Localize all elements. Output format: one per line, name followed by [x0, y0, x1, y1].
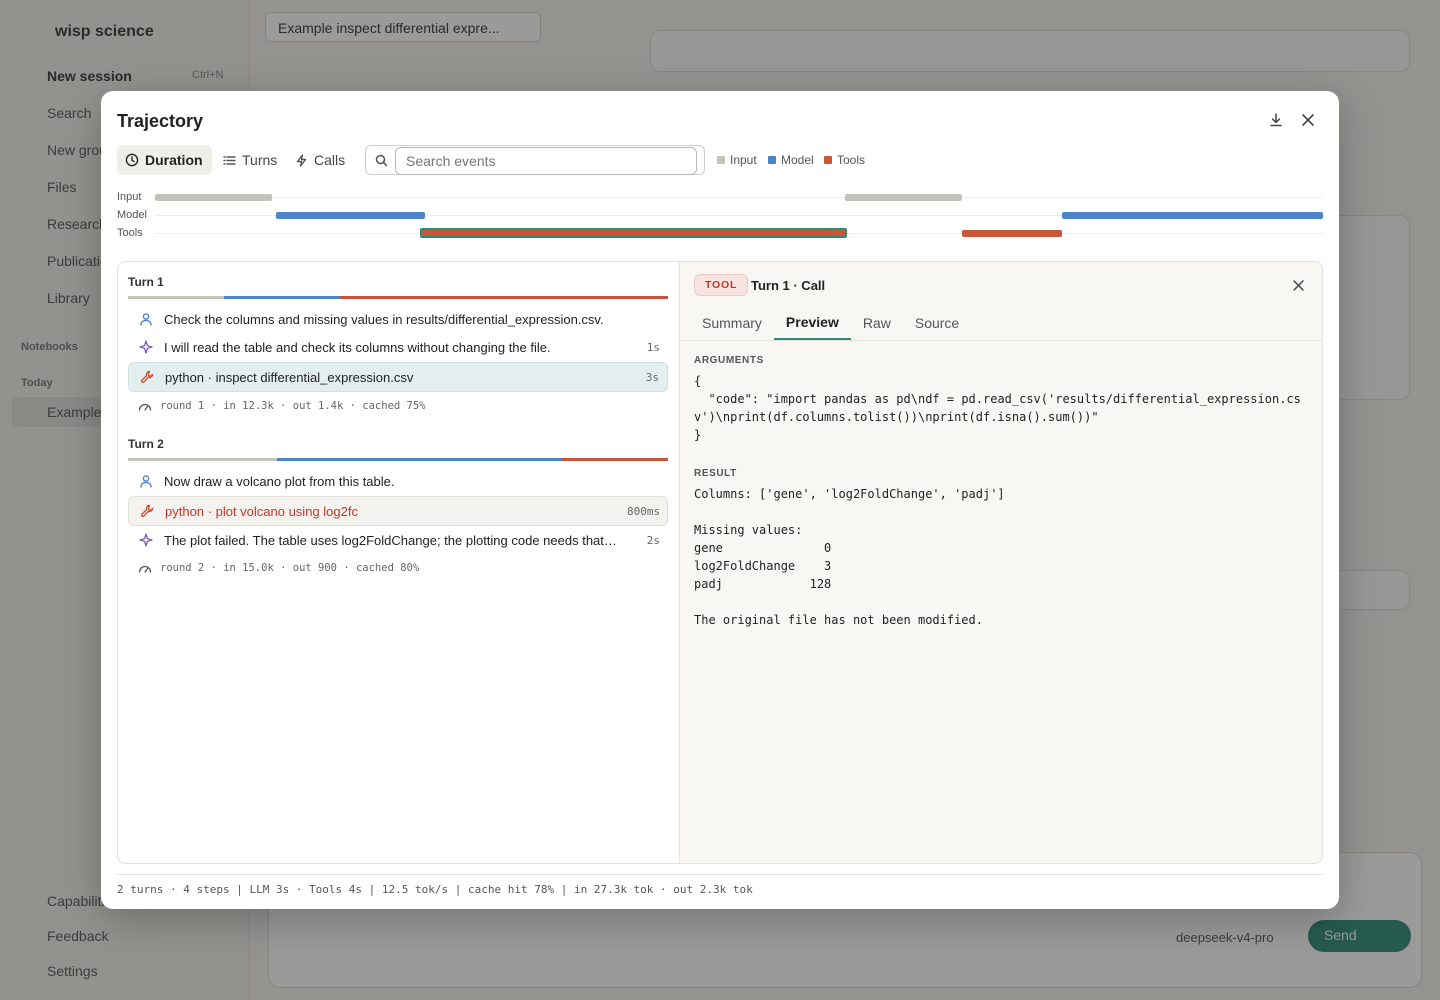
- turn-1-tool-call[interactable]: python · inspect differential_expression…: [128, 362, 668, 392]
- legend-swatch-input: [717, 156, 725, 164]
- tab-raw[interactable]: Raw: [851, 306, 903, 340]
- modal-title: Trajectory: [117, 111, 204, 131]
- turn-2-bar: [128, 458, 668, 461]
- turn-1-heading: Turn 1: [128, 275, 164, 289]
- turn-2-meta-text: round 2 · in 15.0k · out 900 · cached 80…: [160, 562, 420, 574]
- legend-model: Model: [768, 153, 814, 167]
- sparkle-icon: [139, 340, 153, 354]
- detail-pane: TOOL Turn 1 · Call Summary Preview Raw S…: [679, 262, 1322, 863]
- turn-1-user-message[interactable]: Check the columns and missing values in …: [128, 304, 668, 334]
- list-icon: [223, 155, 236, 165]
- legend-tools: Tools: [824, 153, 865, 167]
- bolt-icon: [296, 153, 307, 167]
- user-icon: [140, 475, 152, 488]
- track-label-model: Model: [117, 209, 147, 221]
- timeline-bar-model-2[interactable]: [1062, 212, 1323, 219]
- stats-footer: 2 turns · 4 steps | LLM 3s · Tools 4s | …: [117, 883, 753, 896]
- result-output: Columns: ['gene', 'log2FoldChange', 'pad…: [694, 487, 1005, 627]
- event-text: I will read the table and check its colu…: [164, 339, 551, 355]
- turn-1-model-message[interactable]: I will read the table and check its colu…: [128, 332, 668, 362]
- event-text: The plot failed. The table uses log2Fold…: [164, 532, 628, 548]
- turn-1-meta: round 1 · in 12.3k · out 1.4k · cached 7…: [138, 400, 426, 412]
- event-text: Check the columns and missing values in …: [164, 311, 604, 327]
- event-duration: 3s: [645, 370, 659, 384]
- wrench-icon: [140, 504, 154, 518]
- view-duration[interactable]: Duration: [117, 145, 212, 175]
- footer-divider: [117, 874, 1323, 875]
- view-duration-label: Duration: [145, 152, 203, 168]
- timeline-bar-input-1[interactable]: [155, 194, 272, 201]
- event-duration: 800ms: [627, 504, 661, 518]
- close-icon[interactable]: [1296, 108, 1320, 132]
- tab-preview[interactable]: Preview: [773, 306, 851, 340]
- search-icon: [375, 154, 388, 167]
- turn-1-meta-text: round 1 · in 12.3k · out 1.4k · cached 7…: [160, 400, 426, 412]
- turn-2-meta: round 2 · in 15.0k · out 900 · cached 80…: [138, 562, 419, 574]
- view-calls[interactable]: Calls: [287, 145, 353, 175]
- gauge-icon: [138, 565, 152, 573]
- turn-2-heading: Turn 2: [128, 437, 164, 451]
- event-duration: 1s: [646, 340, 660, 354]
- turn-2-user-message[interactable]: Now draw a volcano plot from this table.: [128, 466, 668, 496]
- turn-1-bar: [128, 296, 668, 299]
- search-input[interactable]: [395, 147, 697, 175]
- turn-2-tool-call-error[interactable]: python · plot volcano using log2fc 800ms: [128, 496, 668, 526]
- detail-title: Turn 1 · Call: [751, 278, 826, 293]
- trajectory-modal: Trajectory Duration Turns Calls Input Mo…: [101, 91, 1339, 909]
- timeline-bar-tools-2[interactable]: [962, 230, 1062, 237]
- view-turns-label: Turns: [242, 152, 278, 168]
- event-duration: 2s: [646, 533, 660, 547]
- timeline-bar-input-2[interactable]: [845, 194, 962, 201]
- event-text: Now draw a volcano plot from this table.: [164, 473, 395, 489]
- event-list: Turn 1 Check the columns and missing val…: [118, 262, 679, 863]
- timeline-bar-tools-1[interactable]: [420, 228, 847, 238]
- wrench-icon: [140, 370, 154, 384]
- tabs-divider: [680, 340, 1322, 341]
- clock-icon: [125, 153, 139, 167]
- legend-label-tools: Tools: [837, 153, 866, 167]
- download-icon[interactable]: [1264, 108, 1288, 132]
- legend-swatch-model: [768, 156, 776, 164]
- search-box: [365, 145, 705, 175]
- tool-badge: TOOL: [694, 274, 749, 296]
- detail-close-icon[interactable]: [1286, 273, 1310, 297]
- gauge-icon: [138, 403, 152, 411]
- view-calls-label: Calls: [314, 152, 346, 168]
- turn-2-model-message[interactable]: The plot failed. The table uses log2Fold…: [128, 525, 668, 555]
- tab-summary[interactable]: Summary: [690, 306, 774, 340]
- detail-tabs: Summary Preview Raw Source: [690, 306, 971, 340]
- legend-swatch-tools: [824, 156, 832, 164]
- event-text: python · plot volcano using log2fc: [165, 503, 358, 519]
- track-label-tools: Tools: [117, 227, 143, 239]
- legend-label-input: Input: [730, 153, 757, 167]
- track-input: [155, 197, 1323, 198]
- result-heading: RESULT: [694, 468, 737, 479]
- user-icon: [140, 313, 152, 326]
- legend-input: Input: [717, 153, 757, 167]
- tab-source[interactable]: Source: [903, 306, 971, 340]
- event-text: python · inspect differential_expression…: [165, 369, 414, 385]
- track-label-input: Input: [117, 191, 142, 203]
- arguments-heading: ARGUMENTS: [694, 355, 764, 366]
- timeline-bar-model-1[interactable]: [276, 212, 425, 219]
- trajectory-panel: Turn 1 Check the columns and missing val…: [117, 261, 1323, 864]
- sparkle-icon: [139, 533, 153, 547]
- arguments-code: { "code": "import pandas as pd\ndf = pd.…: [694, 374, 1301, 442]
- view-turns[interactable]: Turns: [215, 145, 285, 175]
- legend-label-model: Model: [781, 153, 814, 167]
